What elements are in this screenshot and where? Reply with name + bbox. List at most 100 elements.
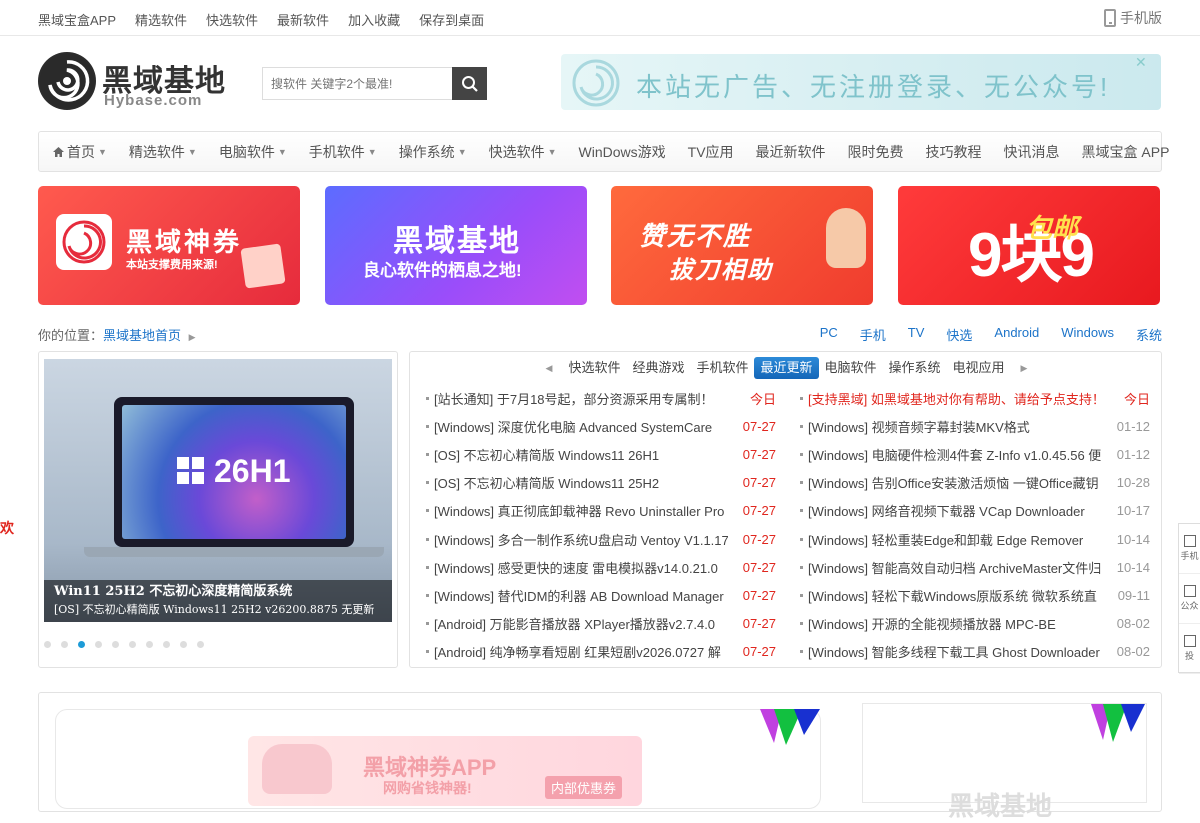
top-link-latest[interactable]: 最新软件: [277, 10, 329, 29]
news-item[interactable]: [Windows] 电脑硬件检测4件套 Z-Info v1.0.45.56 便 0…: [800, 440, 1150, 468]
quick-link-windows[interactable]: Windows: [1061, 325, 1114, 344]
news-item[interactable]: [Windows] 开源的全能视频播放器 MPC-BE 08-02: [800, 610, 1150, 638]
header-banner[interactable]: 本站无广告、无注册登录、无公众号! ✕: [561, 54, 1161, 110]
search-button[interactable]: [452, 67, 487, 100]
tab-quick-software[interactable]: 快选软件: [562, 357, 626, 379]
slider-dot[interactable]: [61, 641, 68, 648]
quick-link-pc[interactable]: PC: [820, 325, 838, 344]
bullet-icon: [426, 622, 429, 626]
nav-item-pc-software[interactable]: 电脑软件 ▼: [219, 142, 287, 162]
news-item-date: 07-27: [742, 587, 776, 603]
slider-dot[interactable]: [163, 641, 170, 648]
news-item[interactable]: [Windows] 网络音视频下载器 VCap Downloader 10-17: [800, 497, 1150, 525]
top-bar: 黑域宝盒APP 精选软件 快选软件 最新软件 加入收藏 保存到桌面 手机版: [0, 0, 1200, 36]
news-item[interactable]: [Android] 万能影音播放器 XPlayer播放器v2.7.4.0 07-2…: [426, 610, 776, 638]
tab-classic-games[interactable]: 经典游戏: [626, 357, 690, 379]
tab-mobile-software[interactable]: 手机软件: [690, 357, 754, 379]
slider-dot[interactable]: [95, 641, 102, 648]
top-link-app[interactable]: 黑域宝盒APP: [38, 10, 116, 29]
ad-badge: 内部优惠券: [544, 776, 622, 799]
news-item[interactable]: [OS] 不忘初心精简版 Windows11 25H2 07-27: [426, 469, 776, 497]
nav-item-home[interactable]: 首页 ▼: [53, 142, 107, 162]
news-tabs: ◀ 快选软件 经典游戏 手机软件 最近更新 电脑软件 操作系统 电视应用 ▶: [410, 356, 1163, 380]
tab-os[interactable]: 操作系统: [883, 357, 947, 379]
nav-item-tv-apps[interactable]: TV应用: [688, 142, 734, 162]
shopping-bag-icon: [240, 243, 286, 289]
news-item[interactable]: [Windows] 真正彻底卸载神器 Revo Uninstaller Pro 0…: [426, 497, 776, 525]
promo-subtitle: 良心软件的栖息之地!: [363, 261, 522, 280]
slider-dot[interactable]: [146, 641, 153, 648]
news-item[interactable]: [Windows] 视频音频字幕封装MKV格式 01-12: [800, 412, 1150, 440]
nav-item-recent[interactable]: 最近新软件: [756, 142, 826, 162]
news-item[interactable]: [Windows] 轻松下载Windows原版系统 微软系统直 09-11: [800, 581, 1150, 609]
site-logo[interactable]: 黑域基地 Hybase.com: [38, 52, 228, 112]
edit-icon: [1183, 635, 1196, 647]
promo-9yuan[interactable]: 9块9 包邮: [898, 186, 1160, 305]
float-tool-wechat[interactable]: 公众: [1179, 574, 1200, 624]
quick-link-system[interactable]: 系统: [1136, 325, 1162, 344]
nav-item-windows-games[interactable]: WinDows游戏: [579, 142, 666, 162]
slider-dot[interactable]: [112, 641, 119, 648]
bullet-icon: [426, 452, 429, 456]
bullet-icon: [426, 509, 429, 513]
breadcrumb-home-link[interactable]: 黑域基地首页: [103, 328, 181, 343]
news-item[interactable]: [Windows] 替代IDM的利器 AB Download Manager 07…: [426, 581, 776, 609]
nav-item-app[interactable]: 黑域宝盒 APP: [1082, 142, 1170, 162]
top-link-quick[interactable]: 快选软件: [206, 10, 258, 29]
slider-dot[interactable]: [129, 641, 136, 648]
tab-tv-apps[interactable]: 电视应用: [947, 357, 1011, 379]
featured-slider: 26H1 Win11 25H2 不忘初心深度精简版系统 [OS] 不忘初心精简版…: [38, 351, 398, 668]
news-list-right: [支持黑域] 如黑域基地对你有帮助、请给予点支持！ 今日 [Windows] 视频音…: [800, 384, 1150, 666]
news-item[interactable]: [站长通知] 于7月18号起，部分资源采用专属制！ 今日: [426, 384, 776, 412]
search-input[interactable]: [262, 67, 452, 100]
slider-dot[interactable]: [180, 641, 187, 648]
nav-item-free[interactable]: 限时免费: [848, 142, 904, 162]
nav-item-news[interactable]: 快讯消息: [1004, 142, 1060, 162]
slider-dot[interactable]: [44, 641, 51, 648]
nav-item-featured[interactable]: 精选软件 ▼: [129, 142, 197, 162]
nav-item-mobile-software[interactable]: 手机软件 ▼: [309, 142, 377, 162]
top-link-bookmark[interactable]: 加入收藏: [348, 10, 400, 29]
promo-support[interactable]: 赞无不胜 拔刀相助: [611, 186, 873, 305]
chevron-right-icon: ▶: [188, 332, 196, 342]
news-item-date: 07-27: [742, 446, 776, 462]
news-item[interactable]: [Android] 纯净畅享看短剧 红果短剧v2026.0727 解 07-27: [426, 638, 776, 666]
nav-item-quick[interactable]: 快选软件 ▼: [489, 142, 557, 162]
quick-link-quick[interactable]: 快选: [946, 325, 972, 344]
news-item[interactable]: [Windows] 智能高效自动归档 ArchiveMaster文件归 10-14: [800, 553, 1150, 581]
chevron-right-icon[interactable]: ▶: [1011, 363, 1038, 374]
quick-link-mobile[interactable]: 手机: [860, 325, 886, 344]
slider-dot[interactable]: [78, 641, 85, 648]
news-item[interactable]: [Windows] 轻松重装Edge和卸载 Edge Remover 10-14: [800, 525, 1150, 553]
nav-item-os[interactable]: 操作系统 ▼: [399, 142, 467, 162]
tab-pc-software[interactable]: 电脑软件: [819, 357, 883, 379]
news-item[interactable]: [Windows] 多合一制作系统U盘启动 Ventoy V1.1.17 07-2…: [426, 525, 776, 553]
news-item[interactable]: [OS] 不忘初心精简版 Windows11 26H1 07-27: [426, 440, 776, 468]
news-item[interactable]: [Windows] 深度优化电脑 Advanced SystemCare 07-2…: [426, 412, 776, 440]
quick-link-android[interactable]: Android: [994, 325, 1039, 344]
nav-item-tutorials[interactable]: 技巧教程: [926, 142, 982, 162]
slider-dot[interactable]: [197, 641, 204, 648]
top-link-featured[interactable]: 精选软件: [135, 10, 187, 29]
slide-caption-title: Win11 25H2 不忘初心深度精简版系统: [54, 584, 293, 599]
slide-image[interactable]: 26H1 Win11 25H2 不忘初心深度精简版系统 [OS] 不忘初心精简版…: [44, 359, 392, 622]
news-item[interactable]: [Windows] 感受更快的速度 雷电模拟器v14.0.21.0 07-27: [426, 553, 776, 581]
promo-hybase[interactable]: 黑域基地 良心软件的栖息之地!: [325, 186, 587, 305]
chevron-left-icon[interactable]: ◀: [536, 363, 563, 374]
news-item[interactable]: [Windows] 智能多线程下载工具 Ghost Downloader 08-0…: [800, 638, 1150, 666]
quick-link-tv[interactable]: TV: [908, 325, 925, 344]
breadcrumb: 你的位置：黑域基地首页 ▶: [38, 325, 196, 344]
news-item[interactable]: [支持黑域] 如黑域基地对你有帮助、请给予点支持！ 今日: [800, 384, 1150, 412]
mobile-version-link[interactable]: 手机版: [1104, 8, 1162, 28]
chevron-down-icon: ▼: [367, 146, 377, 157]
coupon-app-ad[interactable]: 黑域神券APP 网购省钱神器! 内部优惠券: [248, 736, 642, 806]
promo-coupon[interactable]: 黑域神券 本站支撑费用来源!: [38, 186, 300, 305]
news-item[interactable]: [Windows] 告别Office安装激活烦恼 一键Office藏钥 10-28: [800, 469, 1150, 497]
tab-recent-updates[interactable]: 最近更新: [754, 357, 819, 379]
float-tool-submit[interactable]: 投: [1179, 624, 1200, 674]
top-link-save-desktop[interactable]: 保存到桌面: [419, 10, 484, 29]
promo-subtitle: 本站支撑费用来源!: [126, 259, 218, 271]
float-tool-mobile[interactable]: 手机: [1179, 524, 1200, 574]
swirl-logo-icon: [56, 214, 112, 270]
banner-close-icon[interactable]: ✕: [1135, 54, 1153, 72]
